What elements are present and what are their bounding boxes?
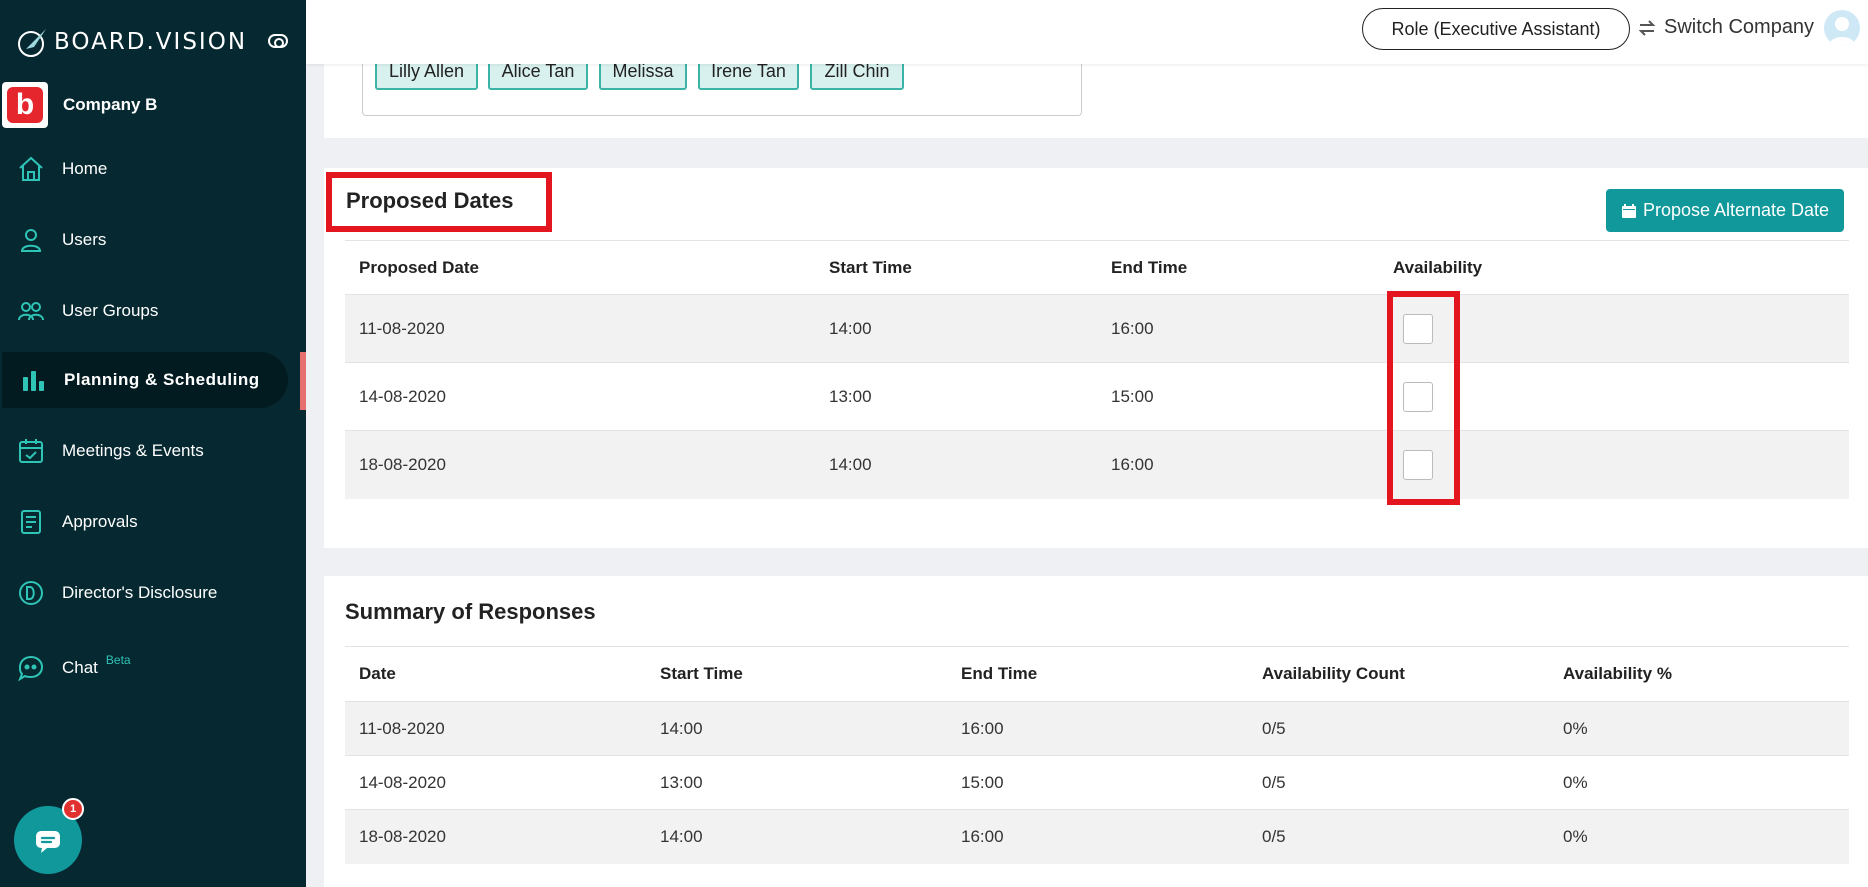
end-time-cell: 16:00 — [947, 701, 1248, 756]
sidebar-item-home[interactable]: Home — [0, 141, 290, 197]
top-bar: Role (Executive Assistant) Switch Compan… — [306, 0, 1868, 64]
d-circle-icon — [19, 581, 43, 605]
sidebar-toggle-icon[interactable] — [268, 34, 288, 48]
date-cell: 11-08-2020 — [345, 701, 646, 756]
proposed-date-cell: 11-08-2020 — [345, 294, 815, 363]
start-time-cell: 14:00 — [646, 701, 947, 756]
table-row: 14-08-2020 13:00 15:00 0/5 0% — [345, 755, 1849, 810]
switch-company-label: Switch Company — [1664, 16, 1815, 38]
end-time-cell: 15:00 — [1097, 362, 1379, 431]
company-name: Company B — [63, 95, 158, 114]
company-logo-letter: b — [7, 87, 43, 123]
table-row: 18-08-2020 14:00 16:00 0/5 0% — [345, 809, 1849, 864]
chat-bubble-icon — [17, 655, 44, 682]
proposed-date-cell: 14-08-2020 — [345, 362, 815, 431]
proposed-date-cell: 18-08-2020 — [345, 430, 815, 499]
sidebar-item-user-groups[interactable]: User Groups — [0, 283, 290, 339]
sidebar-item-label: Approvals — [62, 512, 138, 531]
sidebar: BOARD.VISION b Company B Home Users User… — [0, 0, 306, 887]
table-row: 14-08-2020 13:00 15:00 — [345, 362, 1849, 431]
sidebar-item-label: Meetings & Events — [62, 441, 204, 460]
company-selector[interactable]: b Company B — [0, 80, 157, 130]
sidebar-item-meetings-events[interactable]: Meetings & Events — [0, 423, 290, 479]
column-header: End Time — [947, 646, 1248, 702]
column-header: Start Time — [815, 240, 1097, 295]
user-icon — [20, 229, 42, 252]
availability-count-cell: 0/5 — [1248, 809, 1549, 864]
start-time-cell: 14:00 — [815, 430, 1097, 499]
end-time-cell: 16:00 — [947, 809, 1248, 864]
summary-title: Summary of Responses — [345, 599, 596, 624]
end-time-cell: 15:00 — [947, 755, 1248, 810]
availability-percent-cell: 0% — [1549, 701, 1849, 756]
sidebar-item-label: Chat — [62, 658, 98, 677]
role-button[interactable]: Role (Executive Assistant) — [1362, 8, 1630, 50]
table-header-row: Date Start Time End Time Availability Co… — [345, 646, 1849, 702]
column-header: Availability Count — [1248, 646, 1549, 702]
document-icon — [21, 510, 41, 534]
notification-count-badge: 1 — [62, 798, 84, 820]
message-icon — [36, 831, 60, 853]
sidebar-item-label: Users — [62, 230, 107, 249]
sidebar-item-chat[interactable]: Chat Beta — [0, 640, 290, 696]
availability-percent-cell: 0% — [1549, 809, 1849, 864]
start-time-cell: 14:00 — [646, 809, 947, 864]
table-row: 18-08-2020 14:00 16:00 — [345, 430, 1849, 499]
brand-logo[interactable]: BOARD.VISION — [16, 22, 247, 62]
logo-mark-icon — [18, 29, 46, 57]
column-header: End Time — [1097, 240, 1379, 295]
start-time-cell: 14:00 — [815, 294, 1097, 363]
table-header-row: Proposed Date Start Time End Time Availa… — [345, 240, 1849, 295]
sidebar-item-approvals[interactable]: Approvals — [0, 494, 290, 550]
availability-count-cell: 0/5 — [1248, 701, 1549, 756]
table-row: 11-08-2020 14:00 16:00 0/5 0% — [345, 701, 1849, 756]
proposed-dates-table: Proposed Date Start Time End Time Availa… — [345, 240, 1849, 499]
sidebar-item-label: Director's Disclosure — [62, 583, 218, 602]
sidebar-item-label: Planning & Scheduling — [64, 370, 260, 389]
table-row: 11-08-2020 14:00 16:00 — [345, 294, 1849, 363]
end-time-cell: 16:00 — [1097, 294, 1379, 363]
swap-arrows-icon — [1638, 19, 1656, 36]
date-cell: 14-08-2020 — [345, 755, 646, 810]
company-logo: b — [2, 82, 48, 128]
availability-count-cell: 0/5 — [1248, 755, 1549, 810]
active-indicator — [300, 352, 306, 410]
propose-alternate-date-label: Propose Alternate Date — [1642, 200, 1830, 220]
sidebar-item-directors-disclosure[interactable]: Director's Disclosure — [0, 565, 290, 621]
column-header: Start Time — [646, 646, 947, 702]
sidebar-item-users[interactable]: Users — [0, 212, 290, 268]
switch-company-link[interactable]: Switch Company — [1636, 16, 1814, 39]
column-header: Availability % — [1549, 646, 1849, 702]
column-header: Date — [345, 646, 646, 702]
calendar-check-icon — [19, 439, 43, 463]
summary-table: Date Start Time End Time Availability Co… — [345, 646, 1849, 864]
start-time-cell: 13:00 — [646, 755, 947, 810]
date-cell: 18-08-2020 — [345, 809, 646, 864]
sidebar-item-label: Home — [62, 159, 108, 178]
sidebar-item-label: User Groups — [62, 301, 159, 320]
availability-percent-cell: 0% — [1549, 755, 1849, 810]
user-avatar-icon — [1829, 17, 1855, 46]
highlight-box-availability — [1387, 291, 1460, 505]
brand-name: BOARD.VISION — [54, 29, 248, 55]
bar-chart-icon — [23, 371, 44, 391]
end-time-cell: 16:00 — [1097, 430, 1379, 499]
sidebar-item-planning-scheduling[interactable]: Planning & Scheduling — [2, 352, 288, 408]
users-icon — [18, 302, 44, 321]
column-header: Availability — [1379, 240, 1849, 295]
avatar[interactable] — [1824, 10, 1860, 46]
beta-badge: Beta — [105, 653, 131, 667]
start-time-cell: 13:00 — [815, 362, 1097, 431]
propose-alternate-date-button[interactable]: Propose Alternate Date — [1606, 189, 1844, 232]
column-header: Proposed Date — [345, 240, 815, 295]
calendar-icon — [1621, 203, 1636, 218]
home-icon — [19, 156, 43, 181]
highlight-box-title — [326, 172, 552, 232]
